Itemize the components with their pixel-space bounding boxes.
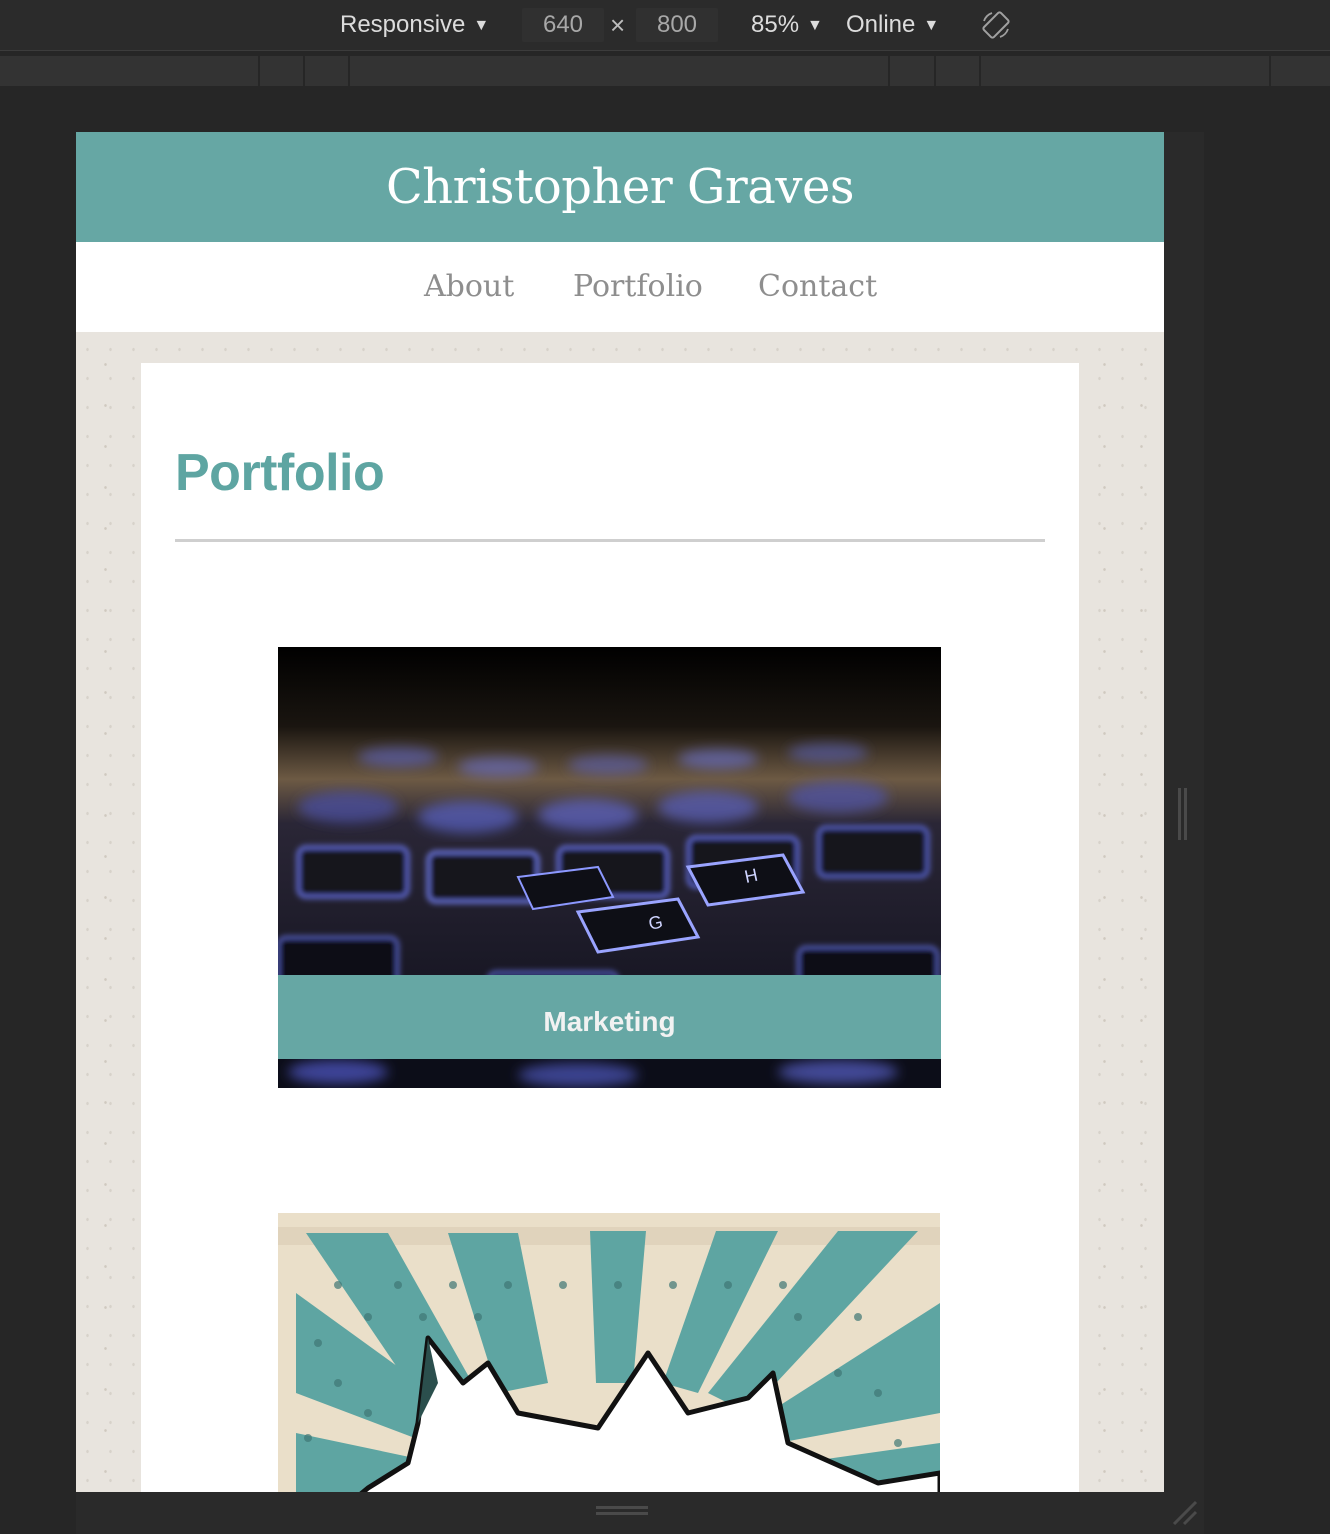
rotate-icon[interactable] [980, 9, 1012, 41]
chevron-down-icon: ▼ [807, 17, 823, 34]
network-throttle-dropdown[interactable]: Online ▼ [846, 8, 939, 42]
portfolio-item-caption: Marketing [278, 975, 941, 1059]
media-query-bar[interactable] [0, 56, 1330, 86]
content-card: Portfolio G H Marketing [141, 363, 1079, 1492]
media-query-divider [348, 56, 350, 86]
zoom-dropdown[interactable]: 85% ▼ [751, 8, 823, 42]
nav-link-contact[interactable]: Contact [758, 266, 877, 308]
viewport-width-input[interactable]: 640 [522, 8, 604, 42]
media-query-divider [1269, 56, 1271, 86]
viewport-height-input[interactable]: 800 [636, 8, 718, 42]
nav-link-about[interactable]: About [424, 266, 514, 308]
heading-divider [175, 539, 1045, 542]
corner-resize-icon[interactable] [1170, 1498, 1200, 1528]
page-heading: Portfolio [175, 444, 385, 502]
nav-link-portfolio[interactable]: Portfolio [573, 266, 703, 308]
device-mode-dropdown[interactable]: Responsive ▼ [340, 8, 489, 42]
media-query-divider [258, 56, 260, 86]
site-nav: About Portfolio Contact [76, 242, 1164, 332]
chevron-down-icon: ▼ [473, 17, 490, 34]
site-title[interactable]: Christopher Graves [76, 132, 1164, 242]
device-toolbar: Responsive ▼ 640 × 800 85% ▼ Online ▼ [0, 0, 1330, 51]
chevron-down-icon: ▼ [923, 17, 940, 34]
comic-burst-illustration [278, 1213, 940, 1492]
device-mode-label: Responsive [340, 11, 466, 38]
media-query-divider [888, 56, 890, 86]
media-query-divider [934, 56, 936, 86]
zoom-label: 85% [751, 11, 800, 38]
resize-grip-icon [1178, 788, 1190, 840]
portfolio-item-marketing[interactable]: G H Marketing [278, 647, 941, 1089]
dimension-times-icon: × [610, 10, 626, 40]
media-query-divider [979, 56, 981, 86]
network-label: Online [846, 11, 916, 38]
site-header: Christopher Graves [76, 132, 1164, 242]
resize-grip-icon [596, 1506, 648, 1516]
portfolio-item-comic[interactable] [278, 1213, 941, 1492]
media-query-divider [303, 56, 305, 86]
emulated-viewport: Christopher Graves About Portfolio Conta… [76, 132, 1164, 1492]
